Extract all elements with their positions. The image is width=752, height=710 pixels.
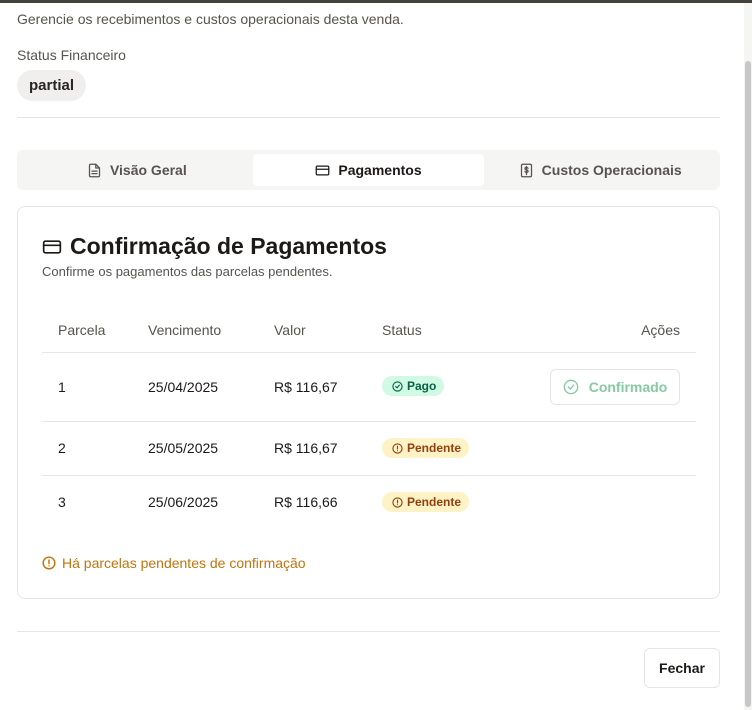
dialog-subtitle: Gerencie os recebimentos e custos operac… (17, 11, 404, 27)
window-top-border (0, 0, 752, 3)
tab-label: Pagamentos (338, 162, 422, 178)
card-title-text: Confirmação de Pagamentos (70, 233, 387, 259)
confirmed-label: Confirmado (588, 379, 668, 395)
scrollbar-thumb[interactable] (745, 61, 751, 707)
status-text: Pago (407, 379, 437, 393)
cell-vencimento: 25/05/2025 (148, 440, 219, 456)
status-label: Status Financeiro (17, 47, 126, 63)
credit-card-icon (42, 239, 62, 254)
confirmed-button[interactable]: Confirmado (550, 369, 680, 405)
table-row: 1 25/04/2025 R$ 116,67 Pago Confirmado (42, 353, 696, 422)
status-badge-paid: Pago (382, 376, 445, 396)
credit-card-icon (316, 165, 330, 175)
table-header: Parcela Vencimento Valor Status Ações (42, 307, 696, 353)
cell-parcela: 3 (58, 494, 66, 510)
cell-vencimento: 25/06/2025 (148, 494, 219, 510)
tab-custos-operacionais[interactable]: Custos Operacionais (484, 154, 716, 186)
column-header-vencimento: Vencimento (148, 322, 222, 338)
column-header-acoes: Ações (641, 322, 680, 338)
alert-circle-icon (392, 442, 403, 454)
close-button[interactable]: Fechar (644, 648, 720, 688)
tab-label: Visão Geral (109, 162, 187, 178)
column-header-parcela: Parcela (58, 322, 106, 338)
table-row: 3 25/06/2025 R$ 116,66 Pendente (42, 476, 696, 530)
cell-valor: R$ 116,67 (274, 379, 338, 395)
tab-label: Custos Operacionais (541, 162, 682, 178)
card-description: Confirme os pagamentos das parcelas pend… (42, 264, 333, 279)
check-circle-icon (392, 380, 403, 392)
status-badge-pending: Pendente (382, 492, 470, 512)
status-text: Pendente (407, 495, 462, 509)
alert-circle-icon (392, 496, 403, 508)
pending-warning: Há parcelas pendentes de confirmação (42, 555, 306, 571)
cell-parcela: 2 (58, 440, 66, 456)
file-text-icon (88, 163, 101, 177)
table-row: 2 25/05/2025 R$ 116,67 Pendente (42, 422, 696, 476)
scrollbar-track[interactable] (744, 3, 752, 710)
check-circle-icon (563, 379, 579, 395)
status-badge-pending: Pendente (382, 438, 470, 458)
warning-text: Há parcelas pendentes de confirmação (62, 555, 306, 571)
payments-card: Confirmação de Pagamentos Confirme os pa… (17, 206, 720, 599)
tab-list: Visão Geral Pagamentos Custos Operaciona… (17, 150, 720, 190)
tab-pagamentos[interactable]: Pagamentos (252, 154, 485, 186)
receipt-dollar-icon (520, 163, 532, 177)
cell-valor: R$ 116,66 (274, 494, 338, 510)
column-header-valor: Valor (274, 322, 306, 338)
status-text: Pendente (407, 441, 462, 455)
divider (17, 631, 720, 632)
cell-valor: R$ 116,67 (274, 440, 338, 456)
column-header-status: Status (382, 322, 422, 338)
divider (17, 117, 720, 118)
status-badge: partial (17, 70, 87, 101)
card-title: Confirmação de Pagamentos (42, 233, 387, 260)
cell-vencimento: 25/04/2025 (148, 379, 219, 395)
alert-circle-icon (42, 556, 56, 570)
cell-parcela: 1 (58, 379, 66, 395)
payments-table: Parcela Vencimento Valor Status Ações 1 … (42, 307, 696, 530)
tab-visao-geral[interactable]: Visão Geral (21, 154, 253, 186)
